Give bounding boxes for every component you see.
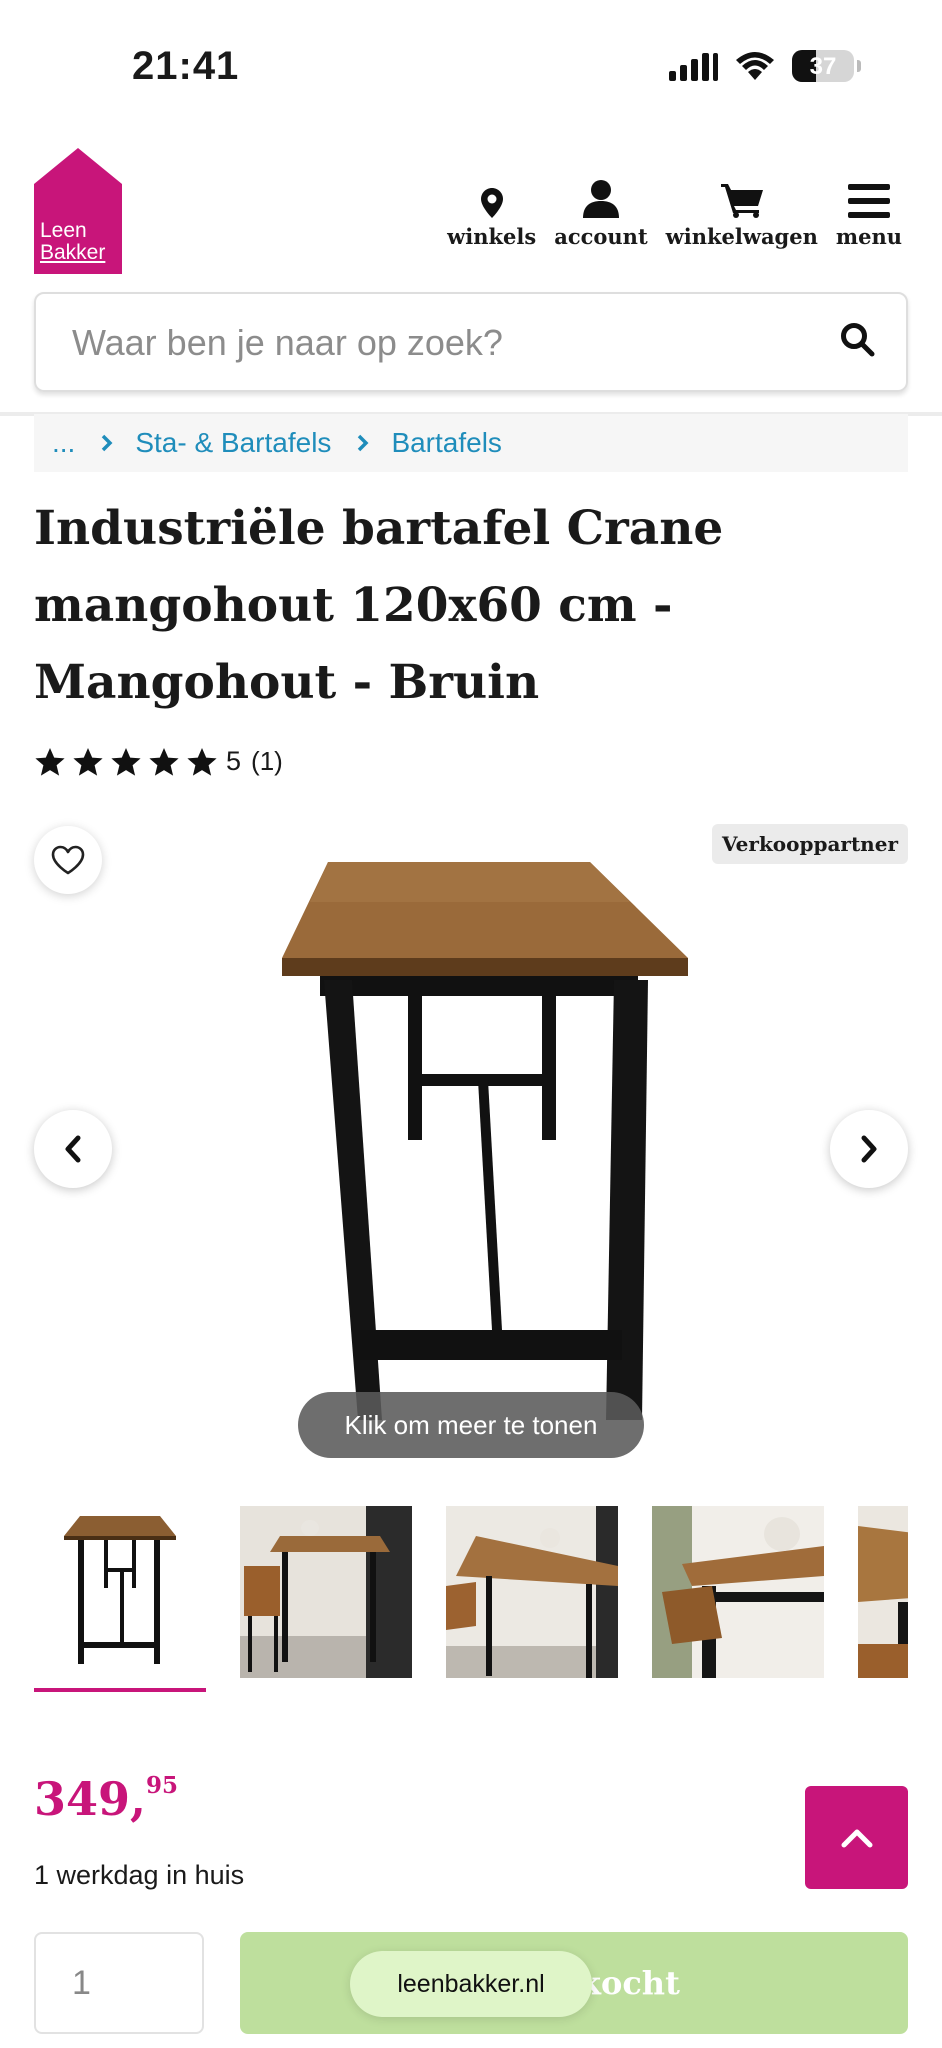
product-rating[interactable]: 5 (1) xyxy=(34,746,283,777)
star-icon xyxy=(73,747,103,776)
star-icon xyxy=(187,747,217,776)
product-image[interactable] xyxy=(270,840,690,1440)
chevron-right-icon xyxy=(101,434,113,452)
nav-winkelwagen[interactable]: winkelwagen xyxy=(666,170,818,249)
rating-stars xyxy=(34,747,218,777)
battery-level: 37 xyxy=(809,53,837,80)
breadcrumb-item-bartafels[interactable]: Bartafels xyxy=(391,427,502,459)
thumbnail-1[interactable] xyxy=(34,1506,206,1678)
favorite-button[interactable] xyxy=(34,826,102,894)
thumbnail-2[interactable] xyxy=(240,1506,412,1678)
user-icon xyxy=(582,180,619,218)
search-bar[interactable]: Waar ben je naar op zoek? xyxy=(34,292,908,392)
star-icon xyxy=(35,747,65,776)
breadcrumb-item-sta-bartafels[interactable]: Sta- & Bartafels xyxy=(135,427,331,459)
status-time: 21:41 xyxy=(132,44,240,88)
chevron-left-icon xyxy=(65,1135,81,1163)
delivery-info: 1 werkdag in huis xyxy=(34,1860,245,1890)
breadcrumb: ... Sta- & Bartafels Bartafels xyxy=(34,414,908,472)
product-gallery[interactable]: Verkooppartner Klik om meer te tonen xyxy=(0,810,942,1460)
thumbnail-3[interactable] xyxy=(446,1506,618,1678)
map-pin-icon xyxy=(480,188,503,218)
nav-menu[interactable]: menu xyxy=(836,170,902,249)
chevron-up-icon xyxy=(841,1829,872,1847)
cart-icon xyxy=(720,184,763,218)
gallery-prev-button[interactable] xyxy=(34,1110,112,1188)
status-bar: 21:41 37 xyxy=(0,0,942,140)
back-to-top-button[interactable] xyxy=(805,1786,908,1889)
search-input[interactable]: Waar ben je naar op zoek? xyxy=(72,322,503,364)
wifi-icon xyxy=(736,52,774,80)
heart-icon xyxy=(51,845,85,875)
star-icon xyxy=(111,747,141,776)
rating-count: (1) xyxy=(251,746,283,776)
chevron-right-icon xyxy=(861,1135,877,1163)
thumbnail-strip xyxy=(34,1506,908,1696)
thumbnail-5[interactable] xyxy=(858,1506,908,1678)
rating-score: 5 xyxy=(226,746,242,776)
star-icon xyxy=(149,747,179,776)
thumbnail-active-indicator xyxy=(34,1688,206,1692)
thumbnail-4[interactable] xyxy=(652,1506,824,1678)
product-title: Industriële bartafel Crane mangohout 120… xyxy=(34,501,724,710)
search-icon xyxy=(841,323,875,357)
nav-winkels[interactable]: winkels xyxy=(447,170,536,249)
breadcrumb-ellipsis[interactable]: ... xyxy=(52,427,75,459)
show-more-hint[interactable]: Klik om meer te tonen xyxy=(298,1392,644,1458)
gallery-next-button[interactable] xyxy=(830,1110,908,1188)
product-price: 349,95 xyxy=(34,1772,178,1826)
signal-icon xyxy=(669,51,718,81)
header-nav: winkels account winkelwagen menu xyxy=(447,170,902,249)
status-icons: 37 xyxy=(669,50,861,82)
battery-icon: 37 xyxy=(792,50,861,82)
search-button[interactable] xyxy=(840,322,876,363)
verkooppartner-badge: Verkooppartner xyxy=(712,824,908,864)
chevron-right-icon xyxy=(357,434,369,452)
price-cents: 95 xyxy=(146,1772,179,1799)
price-euros: 349, xyxy=(34,1772,147,1826)
hamburger-icon xyxy=(847,184,890,218)
nav-account[interactable]: account xyxy=(554,170,648,249)
site-header: Leen Bakker winkels account winkelwagen … xyxy=(0,140,942,416)
logo-wordmark: Leen Bakker xyxy=(40,219,106,264)
quantity-input[interactable]: 1 xyxy=(34,1932,204,2034)
browser-url-bar[interactable]: leenbakker.nl xyxy=(350,1951,592,2017)
